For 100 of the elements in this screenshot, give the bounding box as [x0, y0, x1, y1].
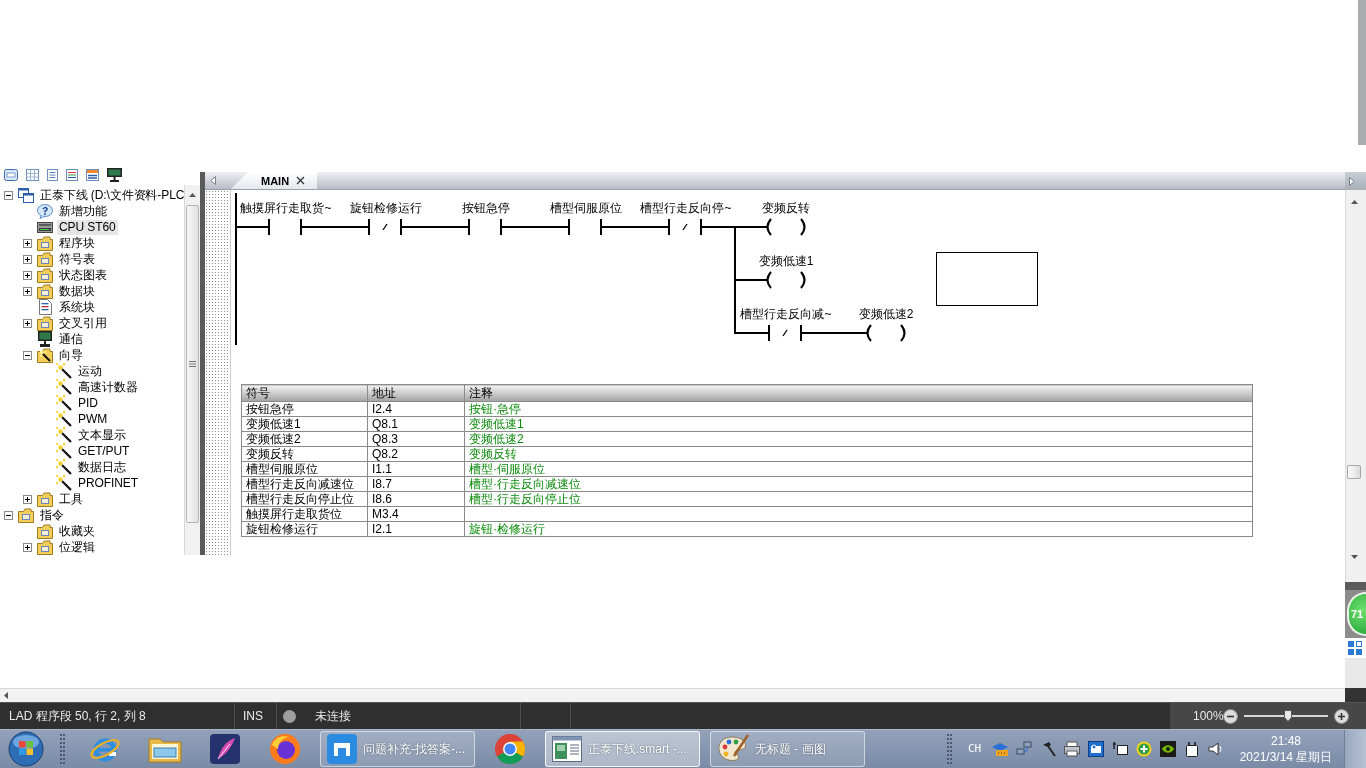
tree-item[interactable]: 文本显示	[76, 427, 128, 443]
coil-label: 变频反转	[762, 201, 810, 215]
table-cell: I8.7	[367, 476, 465, 492]
magic-wand-icon	[56, 427, 72, 443]
expand-icon[interactable]	[23, 270, 32, 280]
printer-icon[interactable]	[1064, 741, 1080, 757]
expand-icon[interactable]	[23, 238, 32, 248]
table-cell: 变频低速1	[241, 416, 368, 432]
folder-icon	[37, 235, 53, 251]
folder-icon	[37, 539, 53, 555]
tag-icon[interactable]	[4, 169, 18, 181]
collapse-icon[interactable]	[4, 510, 13, 520]
slider-thumb[interactable]	[1284, 710, 1292, 722]
tree-item[interactable]: 指令	[38, 507, 66, 523]
left-arrow-icon[interactable]	[210, 176, 216, 185]
tree-item[interactable]: 正泰下线 (D:\文件资料-PLC	[38, 187, 184, 203]
tree-item[interactable]: 高速计数器	[76, 379, 140, 395]
wand-folder-icon	[37, 347, 53, 363]
folder-icon	[37, 251, 53, 267]
monitor-icon	[37, 331, 53, 347]
folder-icon	[37, 491, 53, 507]
scroll-bar[interactable]	[0, 688, 1345, 702]
table-cell: 槽型·行走反向减速位	[464, 476, 1253, 492]
down-arrow-icon[interactable]	[1351, 555, 1358, 559]
network-icon[interactable]	[1016, 741, 1032, 757]
expand-icon[interactable]	[23, 494, 32, 504]
left-arrow-icon[interactable]	[4, 692, 8, 699]
plus-circle-icon[interactable]	[1136, 741, 1152, 757]
tree-item[interactable]: 向导	[57, 347, 85, 363]
eye-tile-icon[interactable]	[1160, 741, 1176, 757]
column-header: 注释	[464, 384, 1253, 402]
table-cell: 变频低速1	[464, 416, 1253, 432]
tree-item[interactable]: PWM	[76, 411, 110, 427]
collapse-icon[interactable]	[4, 190, 13, 200]
tab[interactable]: MAIN	[231, 172, 317, 189]
grid-icon[interactable]	[1348, 641, 1362, 655]
up-arrow-icon[interactable]	[1351, 200, 1358, 204]
expand-icon[interactable]	[23, 318, 32, 328]
tree-item[interactable]: 位逻辑	[57, 539, 97, 555]
grip-handle[interactable]	[947, 734, 952, 764]
plug-monitor-icon[interactable]	[1112, 741, 1128, 757]
folder-icon	[18, 507, 34, 523]
tree-item[interactable]: PID	[76, 395, 100, 411]
tree-item[interactable]: GET/PUT	[76, 443, 132, 459]
coil-label: 变频低速1	[758, 254, 814, 268]
tree-item[interactable]: CPU ST60	[57, 219, 118, 235]
expand-icon[interactable]	[23, 286, 32, 296]
power-plug-icon[interactable]	[1184, 741, 1200, 757]
tree-item[interactable]: 运动	[76, 363, 104, 379]
up-arrow-icon[interactable]	[189, 193, 196, 197]
panel-edge	[1345, 582, 1366, 590]
table-cell: 变频反转	[241, 446, 368, 462]
zoom-in-button[interactable]	[1334, 708, 1349, 724]
tree-item[interactable]: 系统块	[57, 299, 97, 315]
table-cell: I2.1	[367, 521, 465, 537]
zoom-level-text: 100%	[1193, 709, 1223, 723]
column-header: 地址	[367, 384, 465, 402]
tree-item[interactable]: 符号表	[57, 251, 97, 267]
tree-item[interactable]: 交叉引用	[57, 315, 109, 331]
closed-contact-symbol	[368, 219, 402, 235]
help-bubble-icon	[37, 203, 53, 219]
scroll-bar[interactable]	[1345, 190, 1366, 582]
magic-wand-icon	[56, 379, 72, 395]
colored-list-icon[interactable]	[66, 169, 78, 181]
list-icon[interactable]	[47, 169, 58, 181]
right-arrow-icon[interactable]	[1349, 176, 1355, 186]
contact-label: 按钮急停	[462, 201, 510, 215]
close-icon[interactable]	[296, 176, 306, 185]
id-card-icon[interactable]	[1088, 741, 1104, 757]
tree-item[interactable]: PROFINET	[76, 475, 140, 491]
table-icon[interactable]	[86, 169, 99, 181]
expand-icon[interactable]	[23, 254, 32, 264]
scroll-thumb[interactable]	[186, 205, 199, 523]
zoom-out-button[interactable]	[1223, 708, 1238, 724]
magic-wand-icon	[56, 443, 72, 459]
tree-item[interactable]: 工具	[57, 491, 85, 507]
table-cell: 按钮·急停	[464, 401, 1253, 417]
expand-icon[interactable]	[23, 542, 32, 552]
monitor-icon[interactable]	[107, 168, 122, 182]
grip-handle[interactable]	[60, 734, 65, 764]
tree-item[interactable]: 状态图表	[57, 267, 109, 283]
table-cell: I8.6	[367, 491, 465, 507]
grid-icon[interactable]	[26, 169, 39, 181]
collapse-icon[interactable]	[23, 350, 32, 360]
coil-symbol	[764, 218, 808, 236]
tree-item[interactable]: 数据块	[57, 283, 97, 299]
scroll-bar[interactable]	[184, 185, 200, 555]
magic-wand-icon	[56, 459, 72, 475]
tree-item[interactable]: 通信	[57, 331, 85, 347]
tree-item[interactable]: 程序块	[57, 235, 97, 251]
table-cell: I2.4	[367, 401, 465, 417]
side-panel	[1345, 658, 1366, 688]
start-orb-icon	[8, 731, 44, 767]
scroll-thumb[interactable]	[1347, 465, 1361, 479]
speaker-icon[interactable]	[1208, 741, 1224, 757]
tree-item[interactable]: 收藏夹	[57, 523, 97, 539]
cpu-module-icon	[37, 221, 53, 233]
grip-icon	[189, 361, 196, 367]
tree-item[interactable]: 新增功能	[57, 203, 109, 219]
tree-item[interactable]: 数据日志	[76, 459, 128, 475]
